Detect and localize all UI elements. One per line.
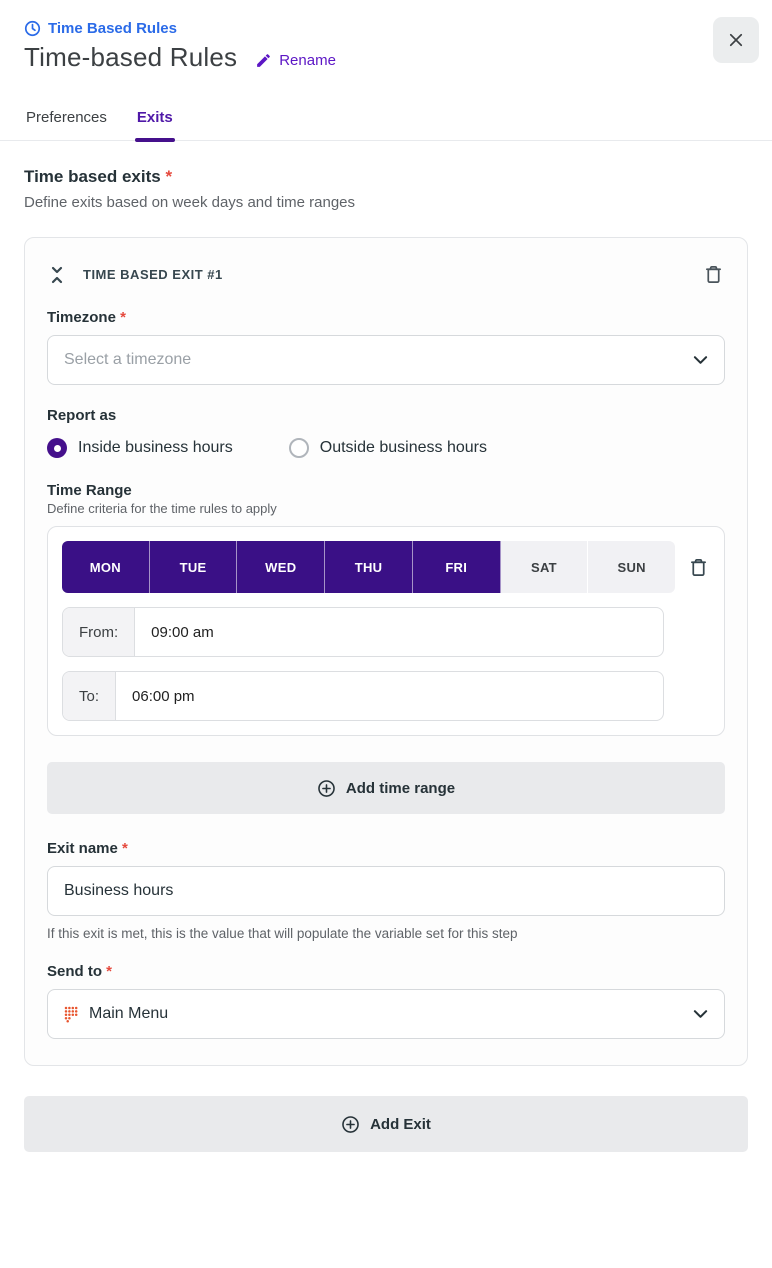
add-exit-button[interactable]: Add Exit [24, 1096, 748, 1152]
exit-name-label: Exit name * [47, 840, 725, 857]
rename-button[interactable]: Rename [255, 52, 336, 69]
timezone-placeholder: Select a timezone [64, 351, 192, 368]
breadcrumb-label: Time Based Rules [48, 20, 177, 37]
delete-time-range-button[interactable] [687, 555, 710, 580]
title-row: Time-based Rules Rename [24, 42, 748, 73]
section-subtitle: Define exits based on week days and time… [24, 194, 356, 211]
add-time-range-button[interactable]: Add time range [47, 762, 725, 814]
plus-circle-icon [341, 1115, 360, 1134]
section-title: Time based exits * [24, 167, 748, 187]
timezone-label-text: Timezone [47, 309, 116, 326]
from-value[interactable]: 09:00 am [135, 608, 663, 656]
add-time-range-label: Add time range [345, 779, 456, 797]
exit-name-label-text: Exit name [47, 840, 118, 857]
time-based-exit-card: TIME BASED EXIT #1 Timezone * Select a t… [24, 237, 748, 1066]
clock-icon [24, 20, 41, 37]
rename-label: Rename [279, 52, 336, 69]
from-time-input[interactable]: From: 09:00 am [62, 607, 664, 657]
breadcrumb[interactable]: Time Based Rules [24, 20, 748, 37]
plus-circle-icon [317, 779, 336, 798]
radio-outside-business-hours[interactable]: Outside business hours [288, 438, 487, 458]
close-button[interactable] [713, 17, 759, 63]
section-title-text: Time based exits [24, 167, 161, 186]
report-as-label: Report as [47, 407, 117, 424]
delete-exit-button[interactable] [702, 262, 725, 287]
timezone-select[interactable]: Select a timezone [47, 335, 725, 385]
day-button-fri[interactable]: FRI [412, 541, 501, 593]
trash-icon [704, 264, 723, 285]
day-button-sat[interactable]: SAT [500, 541, 589, 593]
trash-icon [689, 557, 708, 578]
menu-dots-icon [64, 1006, 78, 1023]
add-exit-label: Add Exit [370, 1115, 431, 1133]
collapse-button[interactable] [47, 263, 67, 287]
from-label: From: [63, 608, 136, 656]
send-to-select[interactable]: Main Menu [47, 989, 725, 1039]
timezone-label: Timezone * [47, 309, 725, 326]
time-range-box: MON TUE WED THU FRI SAT SUN From: 09:00 … [47, 526, 725, 736]
day-button-wed[interactable]: WED [237, 541, 326, 593]
tab-preferences[interactable]: Preferences [24, 103, 109, 140]
time-range-subtitle: Define criteria for the time rules to ap… [47, 501, 277, 516]
radio-inside-business-hours[interactable]: Inside business hours [47, 438, 233, 458]
radio-label: Inside business hours [78, 439, 233, 456]
day-button-thu[interactable]: THU [325, 541, 413, 593]
exit-name-input[interactable]: Business hours [47, 866, 725, 916]
tab-exits[interactable]: Exits [134, 103, 175, 142]
exit-card-title: TIME BASED EXIT #1 [83, 267, 223, 282]
day-strip: MON TUE WED THU FRI SAT SUN [62, 541, 676, 593]
collapse-vertical-icon [49, 265, 65, 285]
page-title: Time-based Rules [24, 42, 238, 72]
day-button-sun[interactable]: SUN [588, 541, 676, 593]
to-value[interactable]: 06:00 pm [116, 672, 663, 720]
required-asterisk: * [122, 840, 128, 857]
required-asterisk: * [106, 963, 113, 980]
radio-icon [288, 438, 309, 458]
pencil-icon [255, 52, 272, 69]
send-to-label: Send to * [47, 963, 725, 980]
send-to-value: Main Menu [89, 1005, 169, 1022]
chevron-down-icon [693, 355, 708, 365]
close-icon [727, 31, 745, 49]
to-label: To: [63, 672, 117, 720]
exit-name-helper: If this exit is met, this is the value t… [47, 926, 518, 941]
day-button-mon[interactable]: MON [62, 541, 150, 593]
time-based-rules-panel: Time Based Rules Time-based Rules Rename… [0, 0, 772, 1268]
required-asterisk: * [165, 167, 173, 186]
day-row: MON TUE WED THU FRI SAT SUN [62, 541, 710, 593]
chevron-down-icon [693, 1009, 708, 1019]
day-button-tue[interactable]: TUE [149, 541, 238, 593]
send-to-label-text: Send to [47, 963, 102, 980]
radio-label: Outside business hours [319, 439, 487, 456]
required-asterisk: * [120, 309, 126, 326]
exit-card-header: TIME BASED EXIT #1 [47, 262, 725, 287]
time-range-label: Time Range [47, 482, 132, 499]
tab-bar: Preferences Exits [0, 103, 772, 142]
exit-name-value: Business hours [64, 882, 174, 899]
radio-icon [47, 438, 67, 458]
to-time-input[interactable]: To: 06:00 pm [62, 671, 664, 721]
report-as-options: Inside business hours Outside business h… [47, 438, 725, 458]
